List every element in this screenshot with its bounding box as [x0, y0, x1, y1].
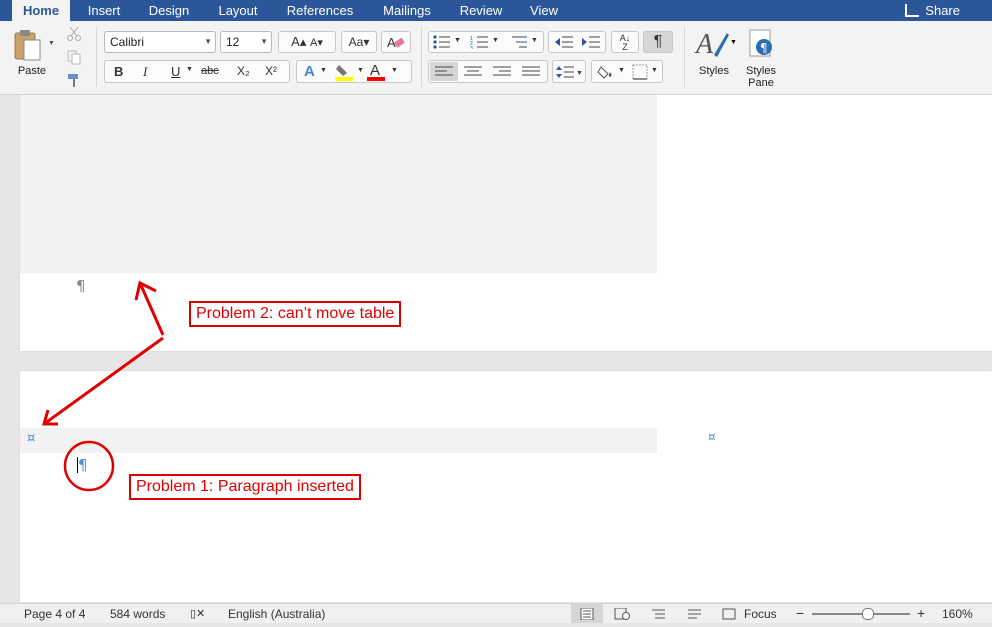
- proofing-icon[interactable]: ▯✕: [190, 607, 205, 620]
- print-layout-icon: [580, 607, 594, 621]
- problem1-circle: [63, 440, 115, 492]
- draft-icon: [688, 609, 701, 619]
- focus-frame-icon: [722, 608, 736, 620]
- page-count[interactable]: Page 4 of 4: [24, 607, 85, 621]
- zoom-level[interactable]: 160%: [942, 607, 973, 621]
- draft-view-button[interactable]: [688, 608, 702, 623]
- language-indicator[interactable]: English (Australia): [228, 607, 325, 621]
- print-layout-view-button[interactable]: [571, 604, 603, 623]
- zoom-out-button[interactable]: −: [796, 605, 804, 621]
- web-layout-icon: [614, 607, 630, 620]
- focus-mode-icon[interactable]: [722, 608, 736, 623]
- word-count[interactable]: 584 words: [110, 607, 165, 621]
- annotation-overlay: [42, 280, 165, 492]
- status-bar: Page 4 of 4 584 words ▯✕ English (Austra…: [0, 603, 992, 623]
- outline-view-button[interactable]: [652, 608, 666, 623]
- outline-icon: [652, 609, 665, 619]
- zoom-in-button[interactable]: +: [917, 605, 925, 621]
- zoom-slider-track[interactable]: [812, 613, 910, 615]
- problem2-callout: Problem 2: can’t move table: [189, 301, 402, 327]
- web-layout-view-button[interactable]: [614, 607, 630, 623]
- focus-label[interactable]: Focus: [744, 607, 777, 621]
- problem2-arrow: [42, 280, 165, 426]
- problem1-callout: Problem 1: Paragraph inserted: [129, 474, 361, 500]
- zoom-slider-thumb[interactable]: [862, 608, 874, 620]
